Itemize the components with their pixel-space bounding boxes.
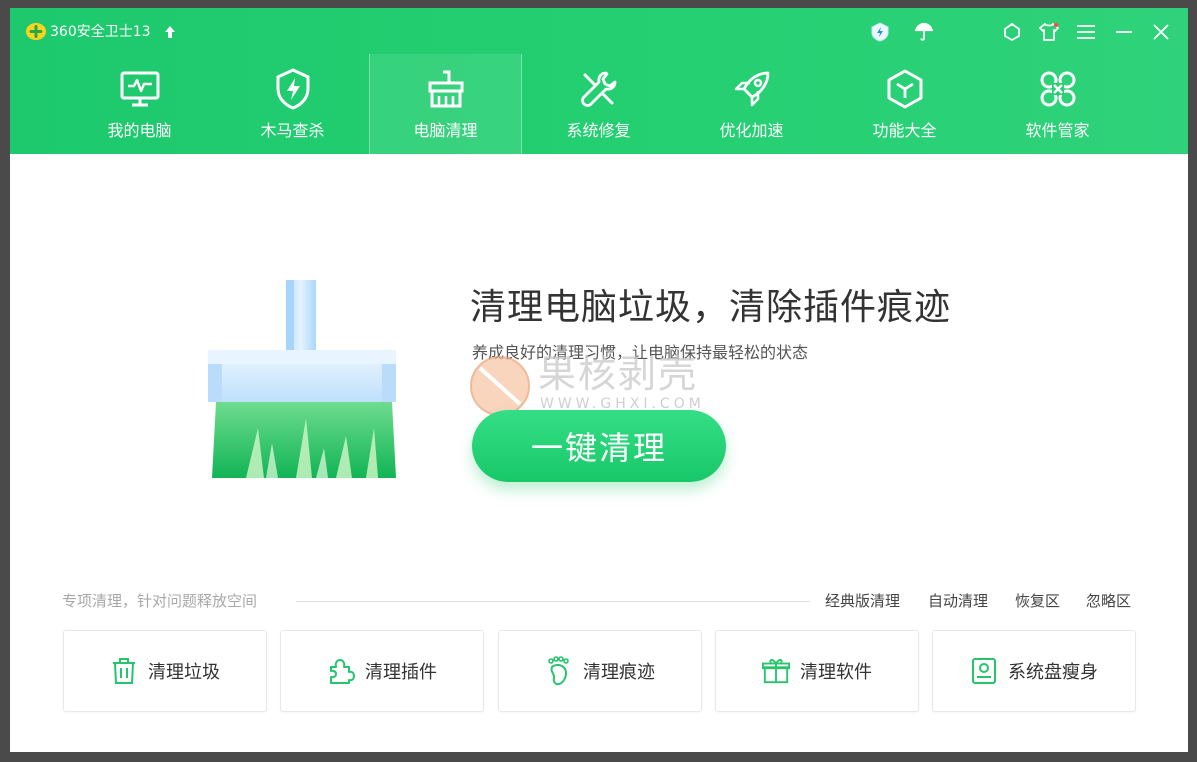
special-cleanup-label: 专项清理，针对问题释放空间: [62, 592, 258, 610]
nav-item-trojan-scan[interactable]: 木马查杀: [216, 54, 369, 154]
nav-item-system-repair[interactable]: 系统修复: [522, 54, 675, 154]
nav-label: 软件管家: [1025, 121, 1090, 140]
clean-junk-button[interactable]: 清理垃圾: [63, 630, 267, 712]
recovery-zone-link[interactable]: 恢复区: [1015, 591, 1060, 611]
package-icon: [762, 657, 790, 685]
shirt-icon[interactable]: [1038, 21, 1060, 43]
app-logo-icon: [26, 23, 46, 40]
upgrade-arrow-icon[interactable]: [164, 25, 176, 39]
watermark-text: 果核剥壳: [538, 352, 699, 396]
app-window: 360安全卫士13 我的电脑 木马查杀 电脑清理 系统修复 优化加速 功能大全 …: [10, 8, 1188, 752]
clean-software-button[interactable]: 清理软件: [715, 630, 919, 712]
apps-icon: [1037, 68, 1079, 110]
divider: [296, 601, 810, 602]
clean-traces-button[interactable]: 清理痕迹: [498, 630, 702, 712]
title-bar: 360安全卫士13: [10, 8, 1188, 54]
nav-label: 优化加速: [719, 121, 784, 140]
system-disk-slim-button[interactable]: 系统盘瘦身: [932, 630, 1136, 712]
disk-icon: [970, 657, 998, 685]
tool-label: 清理垃圾: [148, 662, 220, 683]
nav-label: 木马查杀: [260, 121, 325, 140]
menu-icon[interactable]: [1075, 21, 1097, 43]
broom-illustration: [208, 280, 396, 478]
shield-lightning-icon: [272, 68, 314, 110]
classic-clean-link[interactable]: 经典版清理: [825, 591, 900, 611]
nav-label: 系统修复: [566, 121, 631, 140]
bell-icon[interactable]: [1001, 21, 1023, 43]
trash-icon: [110, 657, 138, 685]
nav-item-software-manager[interactable]: 软件管家: [981, 54, 1134, 154]
close-icon[interactable]: [1150, 21, 1172, 43]
broom-icon: [425, 68, 467, 110]
hero-title: 清理电脑垃圾，清除插件痕迹: [470, 287, 952, 328]
umbrella-icon[interactable]: [913, 21, 935, 43]
app-title: 360安全卫士13: [50, 24, 151, 40]
watermark: 果核剥壳 WWW.GHXI.COM: [468, 350, 738, 416]
one-click-clean-button[interactable]: 一键清理: [472, 410, 726, 482]
clean-plugins-button[interactable]: 清理插件: [280, 630, 484, 712]
watermark-logo-icon: [470, 356, 530, 416]
main-nav: 我的电脑 木马查杀 电脑清理 系统修复 优化加速 功能大全 软件管家: [10, 54, 1188, 154]
ignore-zone-link[interactable]: 忽略区: [1086, 591, 1131, 611]
nav-item-optimize-speed[interactable]: 优化加速: [675, 54, 828, 154]
tool-label: 清理插件: [365, 662, 437, 683]
monitor-icon: [119, 68, 161, 110]
nav-item-my-computer[interactable]: 我的电脑: [63, 54, 216, 154]
nav-label: 我的电脑: [107, 121, 172, 140]
wrench-icon: [578, 68, 620, 110]
tool-label: 清理软件: [800, 662, 872, 683]
nav-item-all-features[interactable]: 功能大全: [828, 54, 981, 154]
rocket-icon: [731, 68, 773, 110]
shield-lightning-icon[interactable]: [869, 21, 891, 43]
cube-icon: [884, 68, 926, 110]
puzzle-icon: [327, 657, 355, 685]
auto-clean-link[interactable]: 自动清理: [928, 591, 988, 611]
nav-item-pc-cleanup[interactable]: 电脑清理: [369, 54, 522, 154]
tool-label: 清理痕迹: [583, 662, 655, 683]
tool-label: 系统盘瘦身: [1008, 662, 1098, 683]
minimize-icon[interactable]: [1113, 21, 1135, 43]
nav-label: 功能大全: [872, 121, 937, 140]
header-bar: 360安全卫士13 我的电脑 木马查杀 电脑清理 系统修复 优化加速 功能大全 …: [10, 8, 1188, 154]
nav-label: 电脑清理: [413, 121, 478, 140]
footprint-icon: [545, 656, 573, 686]
